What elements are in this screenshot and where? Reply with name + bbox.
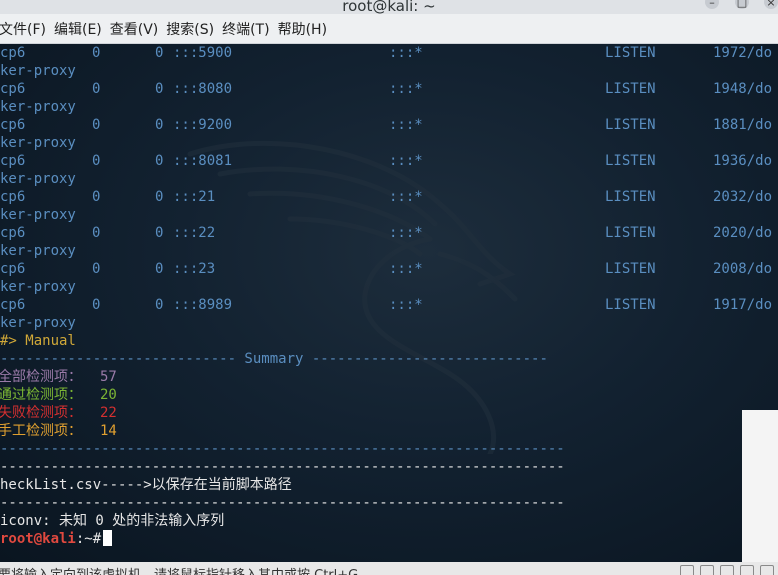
shell-prompt[interactable]: root@kali:~# (0, 530, 113, 548)
vm-status-bar: 要将输入定向到该虚拟机，请将鼠标指针移入其中或按 Ctrl+G。 (0, 562, 778, 575)
prompt-user-host: root@kali (0, 531, 76, 547)
network-icon[interactable] (700, 565, 714, 575)
window-title: root@kali: ~ (342, 0, 436, 15)
window-titlebar: root@kali: ~ – □ × (0, 0, 778, 15)
netstat-row: cp6 0 0 :::8080 :::* LISTEN 1948/do (0, 81, 773, 97)
sound-icon[interactable] (740, 565, 754, 575)
netstat-row: cp6 0 0 :::21 :::* LISTEN 2032/do (0, 189, 773, 205)
menu-edit[interactable]: 编辑(E) (54, 19, 110, 39)
maximize-icon[interactable]: □ (735, 0, 749, 9)
text-cursor (103, 530, 113, 546)
netstat-row: cp6 0 0 :::22 :::* LISTEN 2020/do (0, 225, 773, 241)
prompt-suffix: :~# (75, 531, 102, 547)
menu-bar: 文件(F) 编辑(E) 查看(V) 搜索(S) 终端(T) 帮助(H) (0, 14, 778, 44)
netstat-row: cp6 0 0 :::23 :::* LISTEN 2008/do (0, 261, 773, 277)
netstat-row: cp6 0 0 :::8989 :::* LISTEN 1917/do (0, 297, 773, 313)
menu-help[interactable]: 帮助(H) (278, 19, 335, 39)
netstat-row: cp6 0 0 :::8081 :::* LISTEN 1936/do (0, 153, 773, 169)
usb-icon[interactable] (720, 565, 734, 575)
disk-icon[interactable] (680, 565, 694, 575)
side-panel (742, 410, 778, 562)
netstat-row: cp6 0 0 :::5900 :::* LISTEN 1972/do (0, 45, 773, 61)
kali-dragon-logo (187, 140, 518, 454)
summary-pass: 通过检测项： 20 (0, 387, 117, 403)
summary-fail: 失败检测项： 22 (0, 405, 117, 421)
terminal-output[interactable]: cp6 0 0 :::5900 :::* LISTEN 1972/do ker-… (0, 44, 778, 562)
netstat-row: cp6 0 0 :::9200 :::* LISTEN 1881/do (0, 117, 773, 133)
menu-terminal[interactable]: 终端(T) (222, 19, 277, 39)
menu-file[interactable]: 文件(F) (0, 19, 54, 39)
status-hint: 要将输入定向到该虚拟机，请将鼠标指针移入其中或按 Ctrl+G。 (0, 564, 371, 575)
menu-view[interactable]: 查看(V) (110, 19, 167, 39)
summary-total: 全部检测项： 57 (0, 369, 117, 385)
display-icon[interactable] (760, 565, 774, 575)
summary-manual: 手工检测项： 14 (0, 423, 117, 439)
menu-search[interactable]: 搜索(S) (166, 19, 222, 39)
